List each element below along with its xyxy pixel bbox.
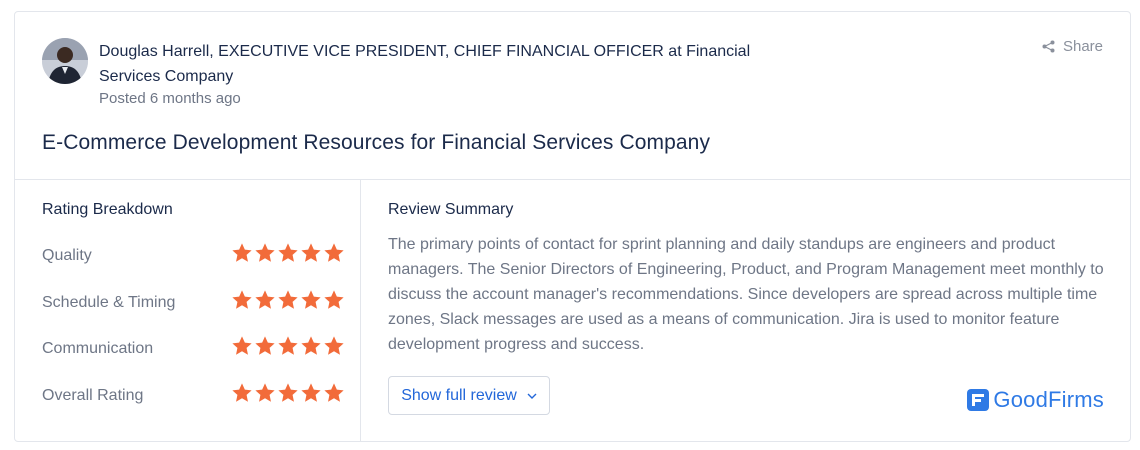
star-icon	[301, 383, 321, 402]
star-icon	[324, 336, 344, 355]
star-icon	[278, 383, 298, 402]
star-icon	[301, 290, 321, 309]
share-icon	[1042, 40, 1055, 53]
show-full-review-label: Show full review	[401, 386, 517, 404]
reviewer-name-title: Douglas Harrell, EXECUTIVE VICE PRESIDEN…	[99, 43, 751, 85]
star-rating	[231, 289, 345, 311]
star-icon	[255, 383, 275, 402]
reviewer-avatar	[42, 38, 88, 84]
star-icon	[255, 243, 275, 262]
star-icon	[278, 336, 298, 355]
star-icon	[324, 290, 344, 309]
vertical-divider	[360, 180, 361, 442]
star-rating	[231, 335, 345, 357]
rating-label: Schedule & Timing	[42, 294, 176, 311]
rating-row-overall: Overall Rating	[42, 382, 347, 410]
star-icon	[324, 243, 344, 262]
star-icon	[324, 383, 344, 402]
star-icon	[255, 290, 275, 309]
rating-label: Quality	[42, 247, 92, 264]
star-icon	[278, 290, 298, 309]
review-summary-text: The primary points of contact for sprint…	[388, 236, 1104, 353]
star-icon	[301, 336, 321, 355]
star-icon	[255, 336, 275, 355]
rating-row-schedule-timing: Schedule & Timing	[42, 289, 347, 317]
goodfirms-logo-text: GoodFirms	[993, 387, 1104, 412]
review-card: Douglas Harrell, EXECUTIVE VICE PRESIDEN…	[14, 11, 1131, 442]
star-icon	[232, 290, 252, 309]
star-icon	[232, 243, 252, 262]
goodfirms-logo[interactable]: GoodFirms	[967, 387, 1104, 413]
goodfirms-logo-icon	[967, 389, 990, 411]
review-title: E-Commerce Development Resources for Fin…	[42, 131, 711, 154]
star-icon	[232, 383, 252, 402]
rating-row-communication: Communication	[42, 335, 347, 363]
review-summary-heading: Review Summary	[388, 201, 514, 218]
star-rating	[231, 242, 345, 264]
show-full-review-button[interactable]: Show full review	[388, 376, 550, 415]
horizontal-divider	[15, 179, 1130, 180]
rating-row-quality: Quality	[42, 242, 347, 270]
star-icon	[301, 243, 321, 262]
person-avatar-icon	[42, 38, 88, 84]
star-rating	[231, 382, 345, 404]
posted-time: Posted 6 months ago	[99, 90, 241, 107]
share-label: Share	[1062, 38, 1103, 55]
chevron-down-icon	[527, 393, 537, 399]
rating-label: Communication	[42, 340, 154, 357]
share-button[interactable]: Share	[1042, 38, 1103, 55]
rating-label: Overall Rating	[42, 387, 144, 404]
star-icon	[278, 243, 298, 262]
rating-breakdown-heading: Rating Breakdown	[42, 201, 173, 218]
star-icon	[232, 336, 252, 355]
